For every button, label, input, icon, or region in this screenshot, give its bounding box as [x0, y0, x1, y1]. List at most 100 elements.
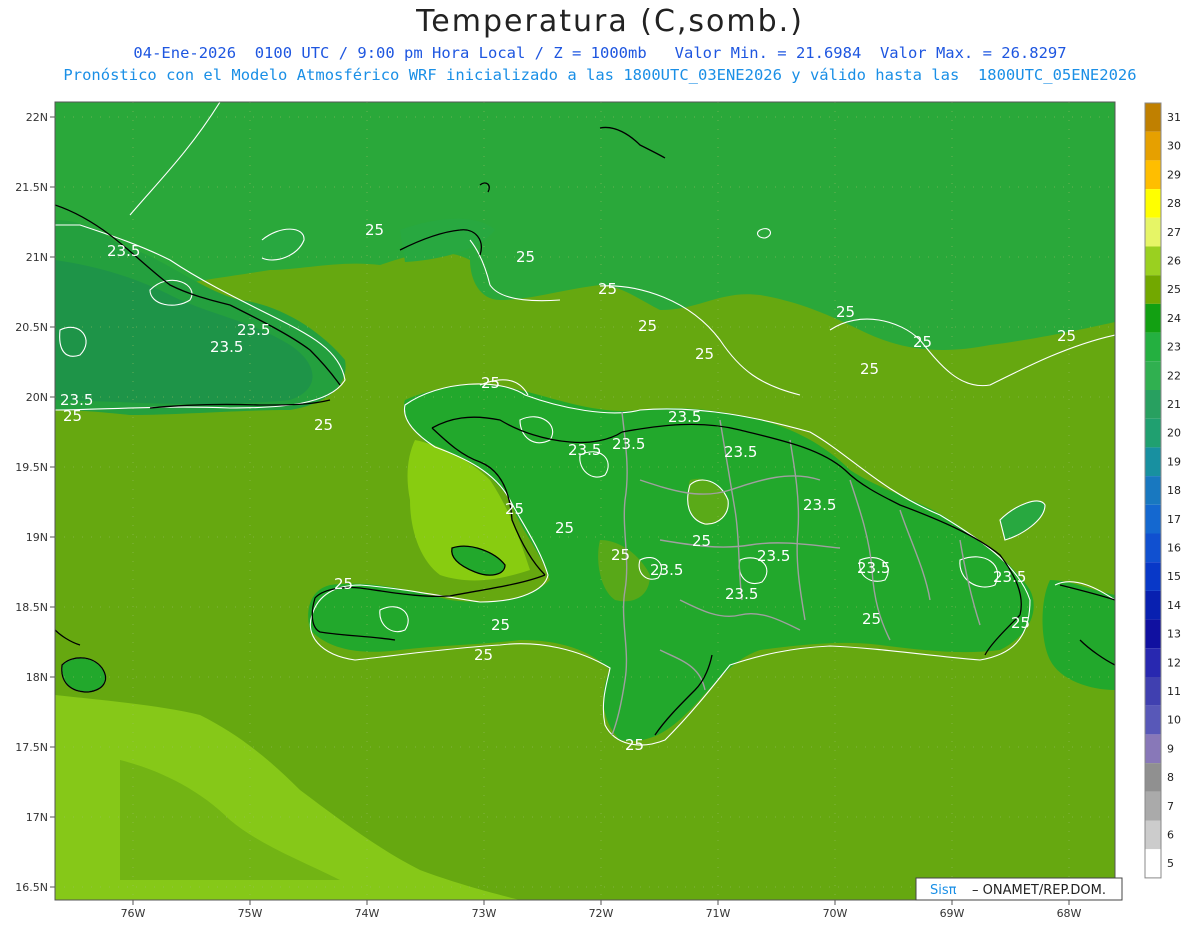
- lon-label: 71W: [706, 907, 731, 920]
- colorbar-swatch: [1145, 562, 1161, 591]
- lat-label: 19N: [26, 531, 48, 544]
- lat-label: 17.5N: [15, 741, 48, 754]
- contour-label: 25: [63, 407, 82, 425]
- contour-label: 23.5: [803, 496, 836, 514]
- contour-label: 23.5: [650, 561, 683, 579]
- colorbar-label: 18: [1167, 484, 1181, 497]
- credit-text: – ONAMET/REP.DOM.: [972, 883, 1106, 898]
- contour-label: 23.5: [857, 559, 890, 577]
- colorbar-label: 31: [1167, 111, 1181, 124]
- colorbar-label: 26: [1167, 255, 1181, 268]
- colorbar-swatch: [1145, 418, 1161, 448]
- colorbar-swatch: [1145, 619, 1161, 649]
- colorbar-label: 29: [1167, 168, 1181, 181]
- contour-label: 23.5: [993, 568, 1026, 586]
- contour-label: 23.5: [725, 585, 758, 603]
- contour-label: 25: [334, 575, 353, 593]
- colorbar-swatch: [1145, 590, 1161, 620]
- colorbar-label: 21: [1167, 398, 1181, 411]
- lon-label: 75W: [238, 907, 263, 920]
- lon-label: 68W: [1057, 907, 1082, 920]
- colorbar-label: 10: [1167, 714, 1181, 727]
- contour-label: 25: [836, 303, 855, 321]
- contour-label: 25: [314, 416, 333, 434]
- contour-label: 25: [1011, 614, 1030, 632]
- contour-label: 25: [625, 736, 644, 754]
- colorbar-swatch: [1145, 763, 1161, 792]
- latitude-labels: 22N 21.5N 21N 20.5N 20N 19.5N 19N 18.5N …: [15, 111, 48, 894]
- lat-label: 16.5N: [15, 881, 48, 894]
- contour-label: 23.5: [210, 338, 243, 356]
- colorbar-label: 15: [1167, 570, 1181, 583]
- contour-label: 25: [555, 519, 574, 537]
- colorbar-swatch: [1145, 820, 1161, 850]
- longitude-ticks: [132, 900, 1070, 905]
- colorbar-label: 7: [1167, 800, 1174, 813]
- colorbar-swatch: [1145, 677, 1161, 706]
- contour-label: 25: [862, 610, 881, 628]
- lat-label: 18N: [26, 671, 48, 684]
- latitude-ticks: [50, 116, 55, 888]
- colorbar-label: 25: [1167, 283, 1181, 296]
- colorbar-label: 6: [1167, 829, 1174, 842]
- contour-label: 23.5: [568, 441, 601, 459]
- colorbar-swatch: [1145, 476, 1161, 505]
- contour-label: 25: [516, 248, 535, 266]
- colorbar-label: 24: [1167, 312, 1181, 325]
- lon-label: 76W: [121, 907, 146, 920]
- contour-label: 25: [481, 374, 500, 392]
- colorbar-swatch: [1145, 332, 1161, 362]
- contour-label: 25: [491, 616, 510, 634]
- colorbar-swatch: [1145, 390, 1161, 419]
- colorbar-swatch: [1145, 275, 1161, 304]
- lat-label: 20N: [26, 391, 48, 404]
- lat-label: 19.5N: [15, 461, 48, 474]
- credit-brand: Sisπ: [930, 883, 957, 898]
- contour-label: 23.5: [107, 242, 140, 260]
- longitude-labels: 76W 75W 74W 73W 72W 71W 70W 69W 68W: [121, 907, 1082, 920]
- lat-label: 22N: [26, 111, 48, 124]
- colorbar-swatch: [1145, 131, 1161, 161]
- colorbar-swatch: [1145, 705, 1161, 735]
- colorbar-label: 30: [1167, 140, 1181, 153]
- lat-label: 21N: [26, 251, 48, 264]
- contour-label: 25: [474, 646, 493, 664]
- colorbar-label: 22: [1167, 369, 1181, 382]
- map-area: 23.5 23.5 23.5 23.5 23.5 23.5 23.5 23.5 …: [55, 102, 1115, 900]
- contour-label: 23.5: [668, 408, 701, 426]
- lon-label: 70W: [823, 907, 848, 920]
- colorbar-swatch: [1145, 447, 1161, 477]
- credit-box: Sisπ – ONAMET/REP.DOM.: [915, 877, 1123, 901]
- contour-label: 25: [365, 221, 384, 239]
- colorbar-swatch: [1145, 217, 1161, 247]
- contour-label: 25: [505, 500, 524, 518]
- colorbar-swatch: [1145, 160, 1161, 190]
- colorbar-label: 19: [1167, 455, 1181, 468]
- colorbar-label: 28: [1167, 197, 1181, 210]
- lat-label: 20.5N: [15, 321, 48, 334]
- colorbar-label: 20: [1167, 427, 1181, 440]
- colorbar-swatch: [1145, 189, 1161, 218]
- lon-label: 73W: [472, 907, 497, 920]
- lat-label: 17N: [26, 811, 48, 824]
- colorbar-label: 27: [1167, 226, 1181, 239]
- contour-label: 25: [695, 345, 714, 363]
- colorbar-label: 17: [1167, 513, 1181, 526]
- colorbar-swatch: [1145, 361, 1161, 390]
- colorbar-swatch: [1145, 791, 1161, 821]
- contour-label: 25: [1057, 327, 1076, 345]
- lon-label: 72W: [589, 907, 614, 920]
- colorbar-label: 8: [1167, 771, 1174, 784]
- colorbar-swatch: [1145, 504, 1161, 534]
- colorbar-swatch: [1145, 103, 1161, 132]
- colorbar-swatch: [1145, 303, 1161, 333]
- colorbar-label: 14: [1167, 599, 1181, 612]
- contour-label: 25: [638, 317, 657, 335]
- colorbar-label: 13: [1167, 628, 1181, 641]
- colorbar-label: 16: [1167, 542, 1181, 555]
- colorbar-label: 12: [1167, 656, 1181, 669]
- lon-label: 69W: [940, 907, 965, 920]
- contour-label: 25: [692, 532, 711, 550]
- contour-label: 25: [860, 360, 879, 378]
- contour-label: 23.5: [612, 435, 645, 453]
